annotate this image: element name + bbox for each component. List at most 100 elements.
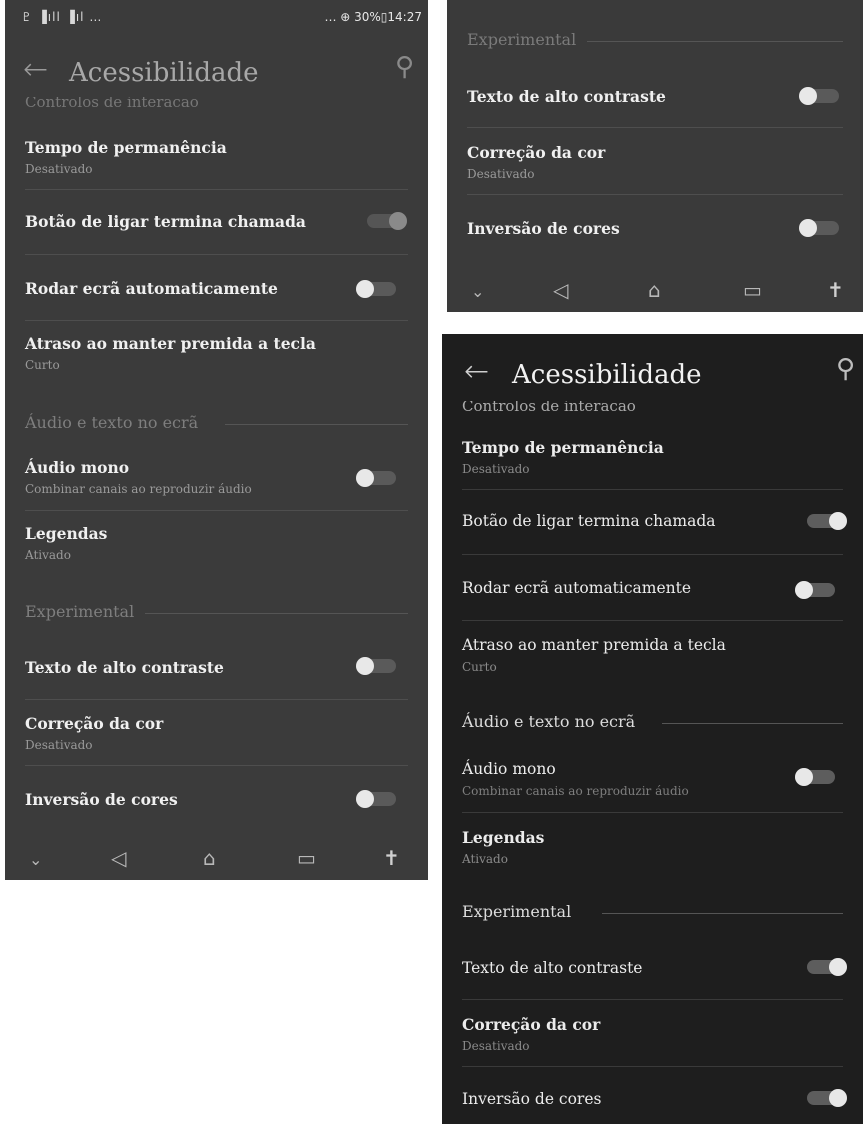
item-subtitle: Desativado: [462, 1039, 530, 1053]
list-item-botao[interactable]: Botão de ligar termina chamada: [5, 212, 428, 242]
section-title: Experimental: [462, 902, 584, 921]
list-item-atraso[interactable]: Atraso ao manter premida a tecla Curto: [442, 636, 863, 686]
home-icon[interactable]: ⌂: [648, 278, 661, 302]
item-title: Correção da cor: [467, 143, 606, 162]
list-item-tempo[interactable]: Tempo de permanência Desativado: [5, 138, 428, 188]
item-title: Tempo de permanência: [25, 138, 227, 157]
section-line: [225, 424, 408, 425]
section-header-audio: Áudio e texto no ecrã: [25, 413, 408, 433]
toggle-switch-rodar[interactable]: [795, 581, 835, 599]
section-line: [662, 723, 843, 724]
list-item-alto-contraste[interactable]: Texto de alto contraste: [442, 959, 863, 989]
item-title: Legendas: [25, 524, 108, 543]
status-bar: ♇ ▐ıll ▐ıl … … ⊕ 30%▯14:27: [5, 0, 428, 40]
item-title: Texto de alto contraste: [462, 959, 643, 977]
back-triangle-icon[interactable]: ◁: [553, 278, 568, 302]
section-title: Experimental: [467, 30, 589, 49]
navigation-bar: ⌄ ◁ ⌂ ▭ ✝: [5, 838, 428, 878]
list-item-correcao[interactable]: Correção da cor Desativado: [447, 143, 863, 187]
section-header-experimental: Experimental: [25, 602, 408, 622]
divider: [467, 127, 843, 128]
item-subtitle: Desativado: [25, 738, 93, 752]
divider: [25, 510, 408, 511]
item-title: Inversão de cores: [467, 219, 620, 238]
item-title: Rodar ecrã automaticamente: [25, 279, 278, 298]
recent-apps-icon[interactable]: ▭: [743, 278, 762, 302]
item-subtitle: Desativado: [25, 162, 93, 176]
page-title: Acessibilidade: [69, 58, 259, 88]
item-subtitle: Combinar canais ao reproduzir áudio: [462, 784, 689, 798]
divider: [462, 999, 843, 1000]
item-title: Rodar ecrã automaticamente: [462, 579, 692, 597]
section-line: [602, 913, 843, 914]
toggle-switch-botao[interactable]: [367, 212, 407, 230]
accessibility-icon[interactable]: ✝: [827, 278, 844, 302]
divider: [462, 554, 843, 555]
item-title: Inversão de cores: [25, 790, 178, 809]
toggle-switch-audio-mono[interactable]: [356, 469, 396, 487]
list-item-correcao[interactable]: Correção da cor Desativado: [5, 714, 428, 758]
section-header-experimental: Experimental: [467, 30, 843, 50]
item-title: Botão de ligar termina chamada: [462, 512, 716, 530]
divider: [25, 189, 408, 190]
screenshot-panel-2: Experimental Texto de alto contraste Cor…: [447, 0, 863, 312]
list-item-botao[interactable]: Botão de ligar termina chamada: [442, 512, 863, 542]
toggle-switch-alto-contraste[interactable]: [799, 87, 839, 105]
toggle-switch-inversao[interactable]: [807, 1089, 847, 1107]
search-icon[interactable]: ⚲: [395, 52, 414, 82]
toggle-switch-inversao[interactable]: [356, 790, 396, 808]
divider: [25, 765, 408, 766]
toggle-switch-rodar[interactable]: [356, 280, 396, 298]
item-subtitle: Ativado: [25, 548, 71, 562]
back-arrow-icon[interactable]: ←: [23, 52, 48, 87]
divider: [467, 194, 843, 195]
recent-apps-icon[interactable]: ▭: [297, 846, 316, 870]
divider: [25, 320, 408, 321]
item-title: Correção da cor: [462, 1015, 601, 1034]
list-item-inversao[interactable]: Inversão de cores: [442, 1090, 863, 1120]
item-subtitle: Ativado: [462, 852, 508, 866]
divider: [462, 1066, 843, 1067]
item-title: Atraso ao manter premida a tecla: [462, 636, 726, 654]
toggle-switch-inversao[interactable]: [799, 219, 839, 237]
list-item-correcao[interactable]: Correção da cor Desativado: [442, 1015, 863, 1059]
toggle-switch-botao[interactable]: [807, 512, 847, 530]
section-header-experimental: Experimental: [462, 902, 843, 922]
item-title: Texto de alto contraste: [467, 87, 666, 106]
screenshot-panel-1: ♇ ▐ıll ▐ıl … … ⊕ 30%▯14:27 ← Acessibilid…: [5, 0, 428, 880]
item-title: Áudio mono: [462, 760, 556, 778]
list-item-tempo[interactable]: Tempo de permanência Desativado: [442, 438, 863, 488]
section-title: Áudio e texto no ecrã: [25, 413, 211, 432]
item-title: Correção da cor: [25, 714, 164, 733]
item-title: Texto de alto contraste: [25, 658, 224, 677]
item-subtitle: Combinar canais ao reproduzir áudio: [25, 482, 252, 496]
search-icon[interactable]: ⚲: [836, 354, 855, 384]
list-item-legendas[interactable]: Legendas Ativado: [5, 524, 428, 568]
section-header-partial: Controlos de interação: [462, 401, 636, 411]
list-item-atraso[interactable]: Atraso ao manter premida a tecla Curto: [5, 334, 428, 384]
home-icon[interactable]: ⌂: [203, 846, 216, 870]
item-title: Tempo de permanência: [462, 438, 664, 457]
section-title: Áudio e texto no ecrã: [462, 712, 648, 731]
item-subtitle: Curto: [462, 660, 497, 674]
item-subtitle: Desativado: [462, 462, 530, 476]
chevron-down-icon[interactable]: ⌄: [471, 282, 484, 301]
toggle-switch-alto-contraste[interactable]: [807, 958, 847, 976]
toggle-switch-alto-contraste[interactable]: [356, 657, 396, 675]
item-title: Legendas: [462, 828, 545, 847]
item-title: Botão de ligar termina chamada: [25, 212, 306, 231]
accessibility-icon[interactable]: ✝: [383, 846, 400, 870]
item-subtitle: Desativado: [467, 167, 535, 181]
list-item-legendas[interactable]: Legendas Ativado: [442, 828, 863, 872]
divider: [25, 254, 408, 255]
divider: [462, 489, 843, 490]
navigation-bar: ⌄ ◁ ⌂ ▭ ✝: [447, 270, 863, 310]
divider: [462, 812, 843, 813]
back-arrow-icon[interactable]: ←: [464, 354, 489, 389]
toggle-switch-audio-mono[interactable]: [795, 768, 835, 786]
item-title: Áudio mono: [25, 458, 130, 477]
chevron-down-icon[interactable]: ⌄: [29, 850, 42, 869]
back-triangle-icon[interactable]: ◁: [111, 846, 126, 870]
status-left-icons: ♇ ▐ıll ▐ıl …: [21, 10, 103, 24]
screenshot-panel-3: ← Acessibilidade ⚲ Controlos de interaçã…: [442, 334, 863, 1124]
